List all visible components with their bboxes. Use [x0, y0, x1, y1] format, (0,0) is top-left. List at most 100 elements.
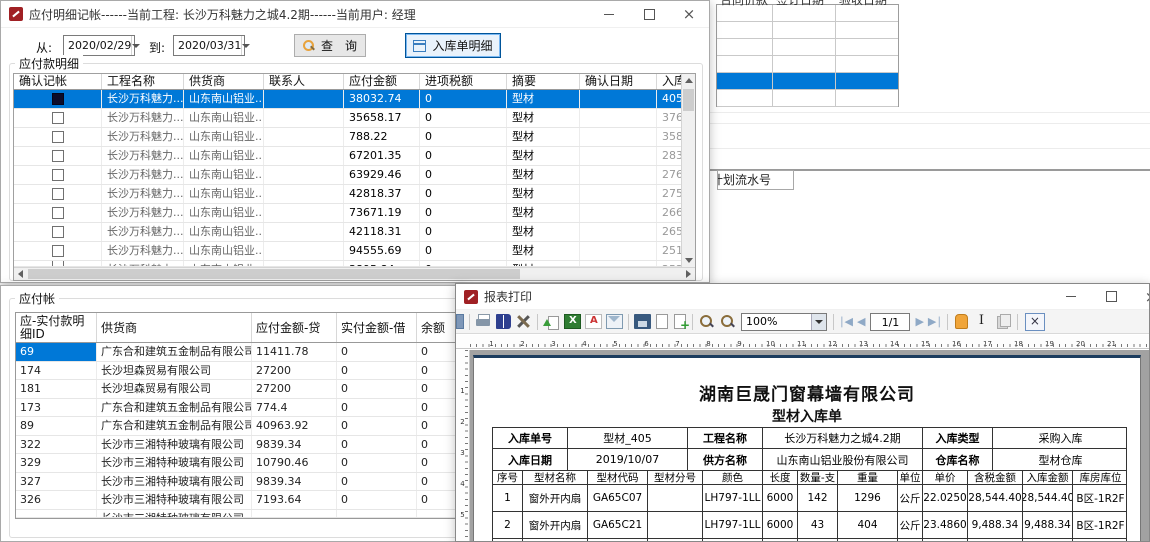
chevron-down-icon[interactable] [241, 36, 250, 55]
prev-page-button[interactable]: ◀ [857, 315, 865, 328]
title-bar[interactable]: 报表打印 [456, 284, 1149, 310]
column-header[interactable]: 实付金额-借 [337, 313, 417, 342]
table-row[interactable]: 长沙万科魅力... 山东南山铝业... 788.22 0 型材 358 [14, 128, 681, 147]
tools-icon[interactable] [515, 314, 532, 329]
zoom-out-icon[interactable] [719, 314, 736, 329]
column-header[interactable]: 供货商 [97, 313, 252, 342]
from-date-picker[interactable]: 2020/02/29 [63, 35, 135, 56]
table-row[interactable]: 长沙万科魅力... 山东南山铝业... 63929.46 0 型材 276 [14, 166, 681, 185]
confirm-checkbox[interactable] [52, 245, 64, 257]
to-date-picker[interactable]: 2020/03/31 [173, 35, 245, 56]
table-row[interactable] [717, 39, 898, 56]
maximize-button[interactable] [629, 1, 669, 27]
column-header[interactable]: 余额 [417, 313, 459, 342]
column-header[interactable]: 入库 [657, 74, 681, 89]
table-row[interactable]: 326 长沙市三湘特种玻璃有限公司 7193.64 0 0 [16, 491, 458, 510]
table-row[interactable]: 长沙万科魅力... 山东南山铝业... 94555.69 0 型材 251 [14, 242, 681, 261]
table-row[interactable]: 329 长沙市三湘特种玻璃有限公司 10790.46 0 0 [16, 454, 458, 473]
close-preview-button[interactable]: × [1025, 313, 1045, 331]
table-row[interactable] [717, 22, 898, 39]
page-indicator[interactable]: 1/1 [870, 313, 910, 331]
table-row[interactable]: 181 长沙坦森贸易有限公司 27200 0 0 [16, 380, 458, 399]
column-header[interactable]: 联系人 [264, 74, 344, 89]
preview-area[interactable]: 12345 湖南巨晟门窗幕墙有限公司 型材入库单 入库单号 型材_405 工程名… [456, 350, 1149, 541]
last-page-button[interactable]: ▶∣ [928, 315, 942, 328]
scrollbar-thumb[interactable] [28, 269, 520, 279]
query-button[interactable]: 查 询 [294, 34, 366, 57]
table-row[interactable]: 327 长沙市三湘特种玻璃有限公司 9839.34 0 0 [16, 473, 458, 492]
table-cell: 7193.64 [252, 491, 337, 509]
table-cell: 型材 [507, 90, 580, 108]
confirm-checkbox[interactable] [52, 188, 64, 200]
print-icon[interactable] [475, 314, 492, 329]
confirm-checkbox[interactable] [52, 226, 64, 238]
book-icon[interactable] [496, 314, 511, 329]
table-row[interactable]: 长沙万科魅力... 山东南山铝业... 42818.37 0 型材 275 [14, 185, 681, 204]
table-row[interactable] [717, 90, 898, 107]
table-row[interactable]: 长沙万科魅力... 山东南山铝业... 73671.19 0 型材 266 [14, 204, 681, 223]
close-button[interactable] [669, 1, 709, 27]
table-row[interactable]: 69 广东合和建筑五金制品有限公司 11411.78 0 0 [16, 343, 458, 362]
table-row[interactable]: 322 长沙市三湘特种玻璃有限公司 9839.34 0 0 [16, 436, 458, 455]
scroll-left-icon[interactable] [18, 270, 23, 278]
pdf-export-icon[interactable] [585, 314, 602, 329]
confirm-checkbox[interactable] [52, 112, 64, 124]
minimize-button[interactable] [1051, 284, 1091, 309]
zoom-in-icon[interactable] [698, 314, 715, 329]
plan-serial-field[interactable]: 计划流水号 [717, 170, 794, 190]
column-header[interactable]: 应-实付款明细ID [16, 313, 97, 342]
maximize-button[interactable] [1091, 284, 1131, 309]
excel-export-icon[interactable] [564, 314, 581, 329]
column-header[interactable]: 摘要 [507, 74, 580, 89]
confirm-checkbox[interactable] [52, 169, 64, 181]
zoom-select[interactable]: 100% [741, 313, 827, 331]
column-header[interactable]: 供货商 [184, 74, 264, 89]
table-row[interactable]: 长沙市三湘特种玻璃有限公司 [16, 510, 458, 518]
confirm-checkbox[interactable] [52, 131, 64, 143]
table-row[interactable]: 长沙万科魅力... 山东南山铝业... 67201.35 0 型材 283 [14, 147, 681, 166]
confirm-checkbox[interactable] [52, 207, 64, 219]
close-button[interactable] [1131, 284, 1150, 309]
table-row[interactable]: 长沙万科魅力... 山东南山铝业... 38032.74 0 型材 405 [14, 90, 681, 109]
scroll-right-icon[interactable] [686, 270, 691, 278]
export-icon[interactable] [543, 314, 560, 329]
hand-tool-icon[interactable] [955, 314, 968, 329]
scroll-down-icon[interactable] [685, 258, 693, 263]
table-row[interactable] [717, 73, 898, 90]
chevron-down-icon[interactable] [131, 36, 140, 55]
table-cell [773, 56, 836, 72]
table-row[interactable]: 173 广东合和建筑五金制品有限公司 774.4 0 0 [16, 399, 458, 418]
single-page-icon[interactable] [656, 314, 668, 329]
column-header[interactable]: 应付金额 [344, 74, 420, 89]
confirm-checkbox[interactable] [52, 93, 64, 105]
horizontal-scrollbar[interactable] [14, 267, 695, 280]
first-page-button[interactable]: ∣◀ [839, 315, 853, 328]
scrollbar-thumb[interactable] [683, 89, 694, 111]
confirm-checkbox[interactable] [52, 261, 64, 266]
text-select-icon[interactable] [974, 314, 991, 329]
table-row[interactable] [717, 56, 898, 73]
next-page-button[interactable]: ▶ [915, 315, 923, 328]
table-cell: 9839.34 [252, 473, 337, 491]
table-row[interactable]: 长沙万科魅力... 山东南山铝业... 42118.31 0 型材 265 [14, 223, 681, 242]
table-row[interactable]: 长沙万科魅力... 山东南山铝业... 35658.17 0 型材 376 [14, 109, 681, 128]
column-header[interactable]: 进项税额 [420, 74, 507, 89]
confirm-checkbox[interactable] [52, 150, 64, 162]
mail-icon[interactable] [606, 314, 623, 329]
chevron-down-icon[interactable] [811, 314, 826, 330]
column-header[interactable]: 应付金额-贷 [252, 313, 337, 342]
inbound-detail-button[interactable]: 入库单明细 [405, 33, 501, 58]
preview-icon[interactable] [456, 314, 464, 329]
title-bar[interactable]: 应付明细记帐------当前工程: 长沙万科魅力之城4.2期------当前用户… [1, 1, 709, 28]
vertical-scrollbar[interactable] [681, 74, 695, 267]
minimize-button[interactable] [589, 1, 629, 27]
column-header[interactable]: 确认记帐 [14, 74, 102, 89]
column-header[interactable]: 工程名称 [102, 74, 184, 89]
scroll-up-icon[interactable] [685, 78, 693, 83]
table-row[interactable]: 174 长沙坦森贸易有限公司 27200 0 0 [16, 362, 458, 381]
table-row[interactable]: 89 广东合和建筑五金制品有限公司 40963.92 0 0 [16, 417, 458, 436]
print-setup-icon[interactable] [634, 314, 651, 329]
multi-page-icon[interactable] [674, 314, 686, 329]
copy-icon[interactable] [995, 314, 1012, 329]
column-header[interactable]: 确认日期 [580, 74, 657, 89]
